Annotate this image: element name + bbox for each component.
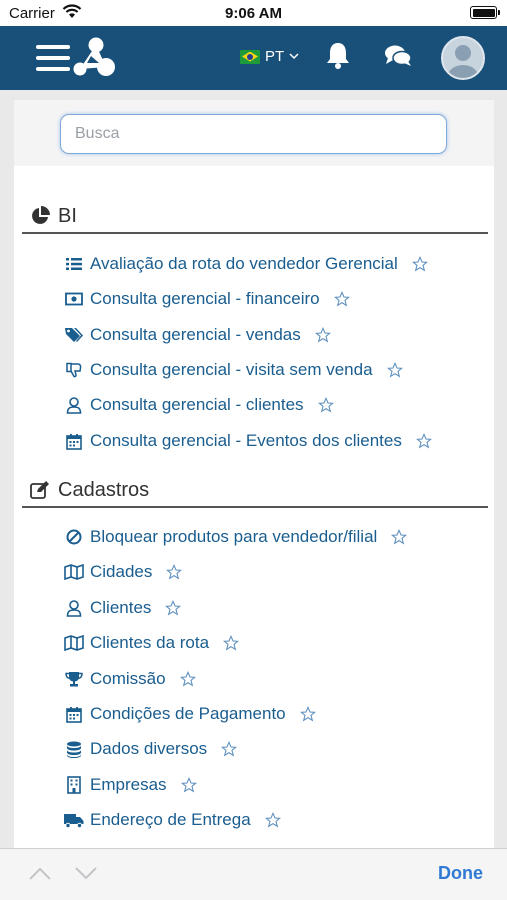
menu-item[interactable]: Consulta gerencial - financeiro [64, 284, 350, 314]
star-icon[interactable] [179, 671, 196, 687]
app-logo[interactable] [72, 36, 118, 85]
star-icon[interactable] [299, 706, 316, 722]
edit-icon [30, 481, 49, 499]
menu-item-label: Clientes [90, 598, 152, 617]
star-icon[interactable] [411, 256, 428, 272]
menu-item[interactable]: Consulta gerencial - clientes [64, 390, 334, 420]
section-title: BI [58, 204, 77, 227]
money-icon [64, 289, 84, 309]
done-button[interactable]: Done [438, 863, 483, 884]
map-icon [64, 562, 84, 582]
menu-item-label: Consulta gerencial - Eventos dos cliente… [90, 431, 402, 450]
menu-item-label: Condições de Pagamento [90, 704, 286, 723]
menu-item[interactable]: Cidades [64, 557, 183, 587]
menu-item-label: Endereço de Entrega [90, 810, 251, 829]
menu-item-label: Consulta gerencial - financeiro [90, 289, 320, 308]
star-icon[interactable] [415, 433, 432, 449]
battery-icon [470, 6, 500, 19]
truck-icon [64, 810, 84, 830]
map-icon [64, 633, 84, 653]
status-bar: Carrier 9:06 AM [0, 0, 507, 26]
menu-item-label: Comissão [90, 669, 166, 688]
menu-item[interactable]: Consulta gerencial - visita sem venda [64, 355, 403, 385]
chevron-down-icon[interactable] [74, 865, 98, 886]
menu-item[interactable]: Clientes da rota [64, 628, 240, 658]
menu-icon[interactable] [36, 45, 70, 71]
search-area [14, 100, 494, 166]
menu-item[interactable]: Clientes [64, 593, 182, 623]
section-header-bi[interactable]: BI [22, 200, 488, 234]
menu-item-label: Consulta gerencial - vendas [90, 325, 301, 344]
star-icon[interactable] [180, 777, 197, 793]
user-icon [64, 395, 84, 415]
building-icon [64, 775, 84, 795]
star-icon[interactable] [314, 327, 331, 343]
star-icon[interactable] [223, 635, 240, 651]
menu-item[interactable]: Dados diversos [64, 734, 238, 764]
language-selector[interactable]: PT [240, 48, 299, 65]
star-icon[interactable] [333, 291, 350, 307]
calendar-icon [64, 431, 84, 451]
language-code: PT [265, 48, 285, 65]
menu-item-label: Cidades [90, 562, 153, 581]
star-icon[interactable] [166, 564, 183, 580]
calendar-icon [64, 704, 84, 724]
star-icon[interactable] [386, 362, 403, 378]
menu-item[interactable]: Consulta gerencial - vendas [64, 320, 331, 350]
star-icon[interactable] [221, 741, 238, 757]
menu-item[interactable]: Condições de Pagamento [64, 699, 316, 729]
menu-item-label: Empresas [90, 775, 167, 794]
app-header: PT [0, 26, 507, 90]
menu-item-label: Consulta gerencial - visita sem venda [90, 360, 373, 379]
user-icon [64, 598, 84, 618]
menu-item[interactable]: Avaliação da rota do vendedor Gerencial [64, 249, 428, 279]
menu-item[interactable]: Bloquear produtos para vendedor/filial [64, 522, 408, 552]
thumbs-down-icon [64, 360, 84, 380]
chevron-up-icon[interactable] [28, 865, 52, 886]
chat-icon[interactable] [384, 44, 412, 73]
avatar[interactable] [441, 36, 485, 80]
star-icon[interactable] [317, 397, 334, 413]
menu-item-label: Bloquear produtos para vendedor/filial [90, 527, 378, 546]
star-icon[interactable] [165, 600, 182, 616]
database-icon [64, 739, 84, 759]
pie-chart-icon [32, 206, 50, 224]
star-icon[interactable] [264, 812, 281, 828]
star-icon[interactable] [391, 529, 408, 545]
menu-item[interactable]: Endereço de Entrega [64, 805, 281, 835]
menu-item-label: Consulta gerencial - clientes [90, 395, 304, 414]
menu-item[interactable]: Comissão [64, 664, 196, 694]
menu-panel: BI Avaliação da rota do vendedor Gerenci… [14, 100, 494, 860]
menu-item[interactable]: Consulta gerencial - Eventos dos cliente… [64, 426, 432, 456]
menu-item[interactable]: Empresas [64, 770, 197, 800]
chevron-down-icon [289, 53, 299, 60]
tags-icon [64, 325, 84, 345]
trophy-icon [64, 669, 84, 689]
list-icon [64, 254, 84, 274]
search-input[interactable] [60, 114, 447, 154]
section-header-cadastros[interactable]: Cadastros [22, 474, 488, 508]
menu-item-label: Clientes da rota [90, 633, 210, 652]
section-title: Cadastros [58, 478, 150, 501]
brazil-flag-icon [240, 49, 260, 64]
ban-icon [64, 527, 84, 547]
bell-icon[interactable] [325, 41, 351, 74]
clock: 9:06 AM [225, 5, 282, 22]
menu-item-label: Dados diversos [90, 739, 208, 758]
menu-item-label: Avaliação da rota do vendedor Gerencial [90, 254, 398, 273]
keyboard-accessory-bar: Done [0, 848, 507, 900]
